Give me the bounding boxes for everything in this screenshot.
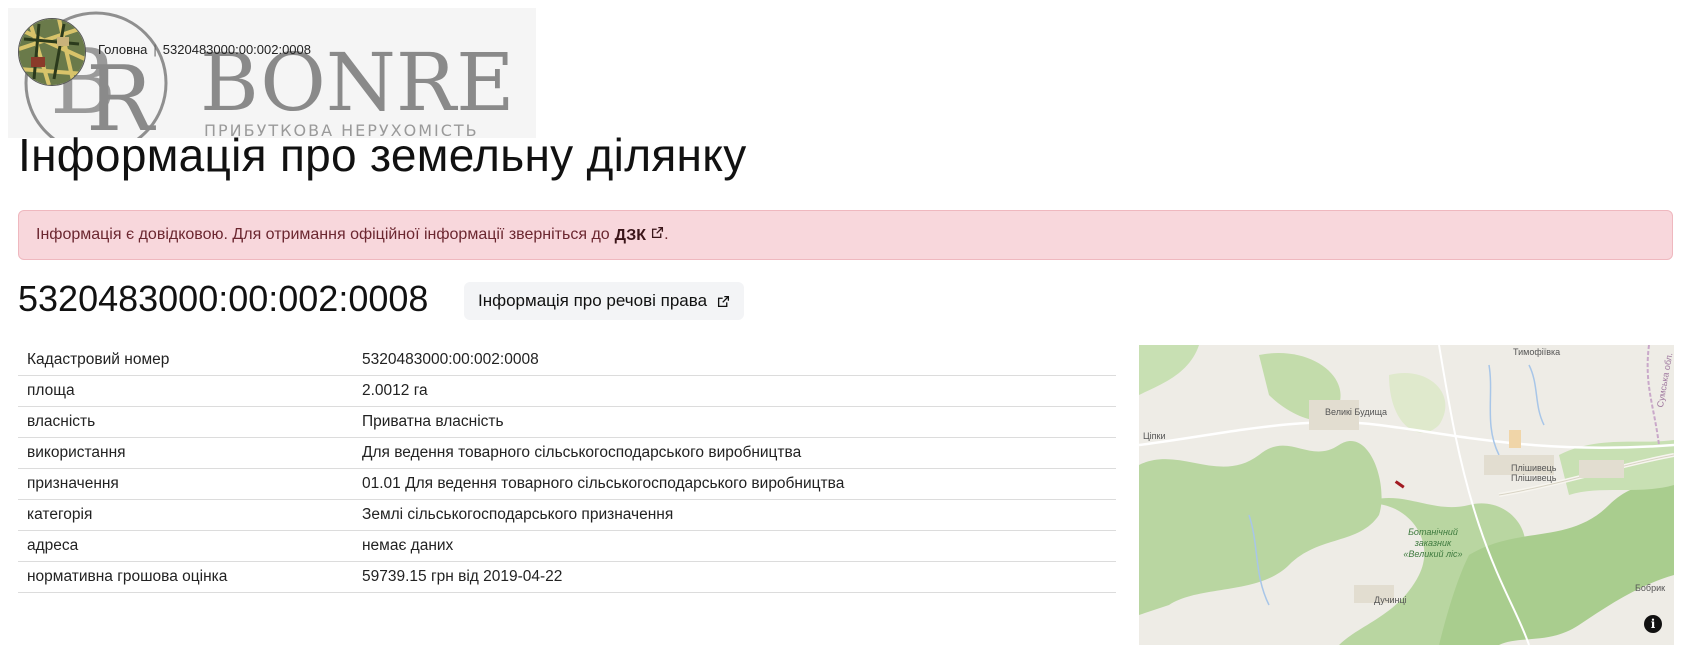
row-value: 59739.15 грн від 2019-04-22 [353,561,1116,593]
map-label-plishyvets-2: Плішивець [1511,473,1557,483]
map-attribution-info-icon[interactable]: i [1644,615,1662,633]
map-label-plishyvets: Плішивець [1511,463,1557,473]
alert-end: . [664,226,669,243]
table-row: Кадастровий номер 5320483000:00:002:0008 [18,345,1116,376]
dzk-link[interactable]: ДЗК [615,226,664,245]
reference-info-alert: Інформація є довідковою. Для отримання о… [18,210,1673,260]
row-key: призначення [18,468,353,500]
map-label-duchyntsi: Дучинці [1374,595,1407,605]
parcel-map[interactable]: Тимофіївка Великі Будища Ціпки Плішивець… [1139,345,1674,645]
breadcrumb-separator: | [153,42,157,57]
row-key: використання [18,437,353,469]
row-key: категорія [18,499,353,531]
table-row: призначення 01.01 Для ведення товарного с… [18,468,1116,500]
table-row: адреса немає даних [18,530,1116,562]
external-link-icon [718,295,730,307]
map-label-timofiivka: Тимофіївка [1513,347,1561,357]
breadcrumb-home-link[interactable]: Головна [98,42,147,57]
parcel-info-table: Кадастровий номер 5320483000:00:002:0008 … [18,345,1116,593]
alert-text: Інформація є довідковою. Для отримання о… [36,226,610,243]
site-logo-avatar[interactable] [18,18,86,86]
row-value: Для ведення товарного сільськогосподарсь… [353,437,1116,469]
table-row: категорія Землі сільськогосподарського пр… [18,499,1116,531]
brand-watermark-logo: B R BONRE ПРИБУТКОВА НЕРУХОМІСТЬ [8,8,536,138]
property-rights-label: Інформація про речові права [478,291,708,310]
row-key: Кадастровий номер [18,345,353,376]
table-row: нормативна грошова оцінка 59739.15 грн ві… [18,561,1116,593]
dzk-link-label: ДЗК [614,226,647,244]
row-value: 01.01 Для ведення товарного сільськогосп… [353,468,1116,500]
row-value: 5320483000:00:002:0008 [353,345,1116,376]
svg-text:R: R [86,47,156,138]
map-label-bobryk: Бобрик [1635,583,1666,593]
cadastral-number-title: 5320483000:00:002:0008 [18,278,429,319]
map-label-zakaznyk: Ботанічний заказник «Великий ліс» [1403,527,1463,559]
row-value: Землі сільськогосподарського призначення [353,499,1116,531]
external-link-icon [652,226,664,238]
row-value: Приватна власність [353,406,1116,438]
row-value: немає даних [353,530,1116,562]
map-label-tsipky: Ціпки [1143,431,1166,441]
breadcrumb: Головна | 5320483000:00:002:0008 [98,42,311,57]
table-row: власність Приватна власність [18,406,1116,438]
property-rights-button[interactable]: Інформація про речові права [464,282,745,320]
row-key: нормативна грошова оцінка [18,561,353,593]
page-title: Інформація про земельну ділянку [18,129,747,181]
row-key: власність [18,406,353,438]
map-label-veliki-budyshcha: Великі Будища [1325,407,1388,417]
row-key: площа [18,375,353,407]
row-value: 2.0012 га [353,375,1116,407]
breadcrumb-current: 5320483000:00:002:0008 [162,42,312,57]
table-row: використання Для ведення товарного сільсь… [18,437,1116,469]
table-row: площа 2.0012 га [18,375,1116,407]
row-key: адреса [18,530,353,562]
